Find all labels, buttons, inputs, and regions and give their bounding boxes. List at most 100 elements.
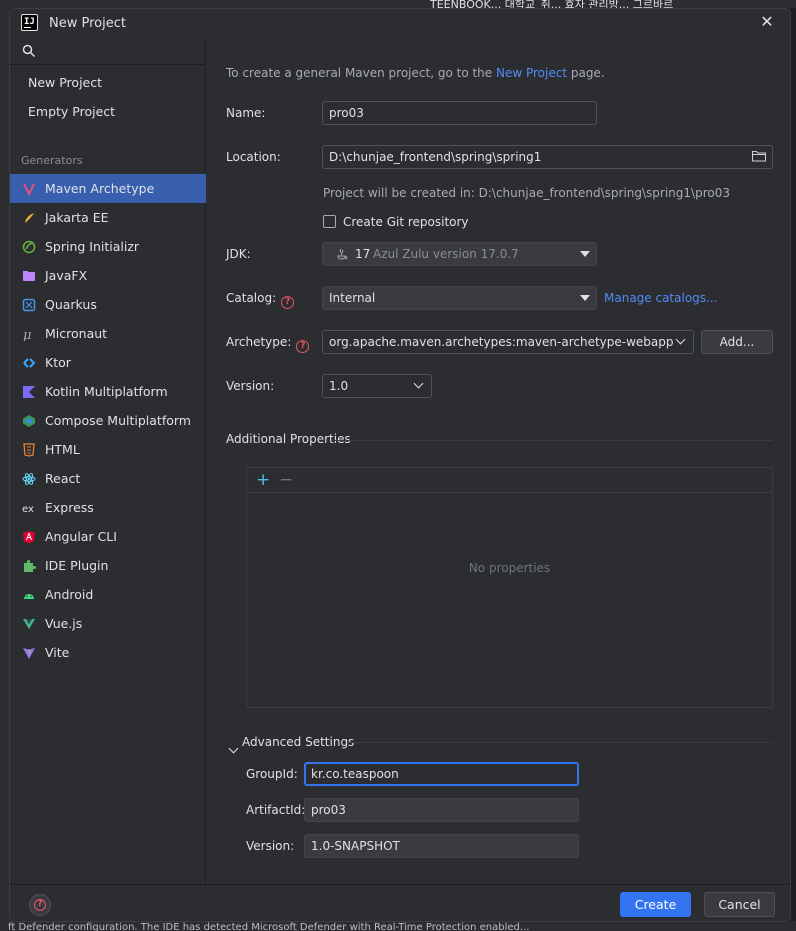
location-label: Location: [226, 150, 281, 164]
properties-toolbar: + − [247, 468, 772, 493]
catalog-combo[interactable]: Internal [322, 286, 597, 310]
help-icon[interactable]: ? [296, 340, 310, 353]
angular-icon [22, 530, 36, 544]
sidebar-item-quarkus[interactable]: Quarkus [10, 290, 206, 319]
catalog-label: Catalog:? [226, 291, 295, 309]
sidebar-item-micronaut[interactable]: μ Micronaut [10, 319, 206, 348]
sidebar-item-label: Compose Multiplatform [45, 413, 191, 428]
background-status-text: ft Defender configuration. The IDE has d… [8, 922, 530, 931]
sidebar-item-jakarta-ee[interactable]: Jakarta EE [10, 203, 206, 232]
android-icon [22, 588, 36, 602]
additional-properties-title: Additional Properties [226, 432, 351, 446]
add-archetype-button[interactable]: Add... [701, 330, 773, 354]
sidebar-item-label: Empty Project [28, 104, 116, 119]
plugin-icon [22, 559, 36, 573]
sidebar-item-empty-project[interactable]: Empty Project [10, 97, 206, 126]
sidebar-item-label: Micronaut [45, 326, 108, 341]
help-icon: ? [34, 899, 46, 911]
sidebar-item-express[interactable]: ex Express [10, 493, 206, 522]
quarkus-icon [22, 298, 36, 312]
version-value: 1.0 [329, 379, 349, 393]
sidebar-item-label: Maven Archetype [45, 181, 155, 196]
sidebar-item-maven-archetype[interactable]: Maven Archetype [10, 174, 206, 203]
jdk-combo[interactable]: 17 Azul Zulu version 17.0.7 [322, 242, 597, 266]
svg-text:μ: μ [23, 328, 31, 341]
artifact-id-field[interactable]: pro03 [304, 798, 579, 822]
empty-properties-text: No properties [468, 561, 551, 575]
advanced-settings-separator [347, 742, 773, 743]
version-label: Version: [226, 379, 275, 393]
maven-icon [22, 182, 36, 196]
help-button[interactable]: ? [29, 894, 51, 916]
express-icon: ex [22, 501, 36, 515]
cancel-button[interactable]: Cancel [704, 892, 775, 917]
chevron-down-icon [413, 378, 424, 389]
sidebar-item-label: React [45, 471, 81, 486]
sidebar-item-new-project[interactable]: New Project [10, 68, 206, 97]
archetype-value: org.apache.maven.archetypes:maven-archet… [329, 335, 674, 349]
chevron-down-icon [675, 334, 686, 345]
help-icon[interactable]: ? [281, 296, 295, 309]
sidebar-item-react[interactable]: React [10, 464, 206, 493]
chevron-down-icon[interactable] [228, 743, 239, 754]
jdk-name: Azul Zulu version 17.0.7 [373, 247, 519, 261]
sidebar-item-label: Jakarta EE [45, 210, 109, 225]
sidebar-item-vite[interactable]: Vite [10, 638, 206, 667]
ktor-icon [22, 356, 36, 370]
java-icon [337, 248, 348, 260]
advanced-settings-toggle[interactable]: Advanced Settings [242, 735, 354, 749]
sidebar-item-ktor[interactable]: Ktor [10, 348, 206, 377]
archetype-combo[interactable]: org.apache.maven.archetypes:maven-archet… [322, 330, 694, 354]
location-value: D:\chunjae_frontend\spring\spring1 [329, 150, 542, 164]
search-icon [22, 44, 36, 58]
sidebar-item-label: Quarkus [45, 297, 97, 312]
remove-property-icon[interactable]: − [279, 470, 293, 490]
location-hint: Project will be created in: D:\chunjae_f… [323, 186, 730, 200]
info-prefix: To create a general Maven project, go to… [226, 66, 496, 80]
sidebar-item-kotlin-multiplatform[interactable]: Kotlin Multiplatform [10, 377, 206, 406]
manage-catalogs-link[interactable]: Manage catalogs... [604, 291, 717, 305]
sidebar-item-html[interactable]: HTML [10, 435, 206, 464]
jdk-version: 17 [355, 247, 371, 261]
info-text: To create a general Maven project, go to… [226, 66, 605, 80]
archetype-label: Archetype:? [226, 335, 310, 353]
sidebar-item-javafx[interactable]: JavaFX [10, 261, 206, 290]
sidebar-item-compose-multiplatform[interactable]: Compose Multiplatform [10, 406, 206, 435]
spring-icon [22, 240, 36, 254]
folder-icon[interactable] [752, 150, 766, 162]
version-combo[interactable]: 1.0 [322, 374, 432, 398]
group-id-field[interactable]: kr.co.teaspoon [304, 762, 579, 786]
sidebar-item-label: HTML [45, 442, 80, 457]
add-property-icon[interactable]: + [256, 470, 270, 490]
sidebar-item-ide-plugin[interactable]: IDE Plugin [10, 551, 206, 580]
svg-text:ex: ex [22, 504, 34, 515]
location-field[interactable]: D:\chunjae_frontend\spring\spring1 [322, 145, 773, 169]
jakarta-ee-icon [22, 211, 36, 225]
sidebar-item-label: Angular CLI [45, 529, 117, 544]
create-button[interactable]: Create [620, 892, 691, 917]
javafx-icon [22, 269, 36, 283]
adv-version-label: Version: [246, 839, 295, 853]
sidebar-item-label: Kotlin Multiplatform [45, 384, 168, 399]
dialog-footer: ? Create Cancel [10, 884, 790, 921]
chevron-down-icon [580, 295, 590, 301]
additional-properties-separator [335, 440, 773, 441]
sidebar-item-label: Spring Initializr [45, 239, 140, 254]
kotlin-icon [22, 385, 36, 399]
properties-table: + − No properties [246, 467, 773, 708]
artifact-id-label: ArtifactId: [246, 803, 306, 817]
sidebar-item-android[interactable]: Android [10, 580, 206, 609]
vue-icon [22, 617, 36, 631]
adv-version-field[interactable]: 1.0-SNAPSHOT [304, 834, 579, 858]
intellij-logo-icon: IJ [21, 14, 38, 31]
sidebar-item-spring-initializr[interactable]: Spring Initializr [10, 232, 206, 261]
micronaut-icon: μ [22, 327, 36, 343]
sidebar-search-input[interactable] [42, 41, 198, 61]
sidebar-item-vue-js[interactable]: Vue.js [10, 609, 206, 638]
name-field[interactable]: pro03 [322, 101, 597, 125]
background-top-bar: TEENBOOK... 대학교_취... 효자 관리방... 그르바르 [0, 0, 796, 11]
create-git-checkbox[interactable] [323, 215, 336, 228]
close-button[interactable]: ✕ [758, 13, 776, 31]
new-project-link[interactable]: New Project [496, 66, 567, 80]
sidebar-item-angular-cli[interactable]: Angular CLI [10, 522, 206, 551]
